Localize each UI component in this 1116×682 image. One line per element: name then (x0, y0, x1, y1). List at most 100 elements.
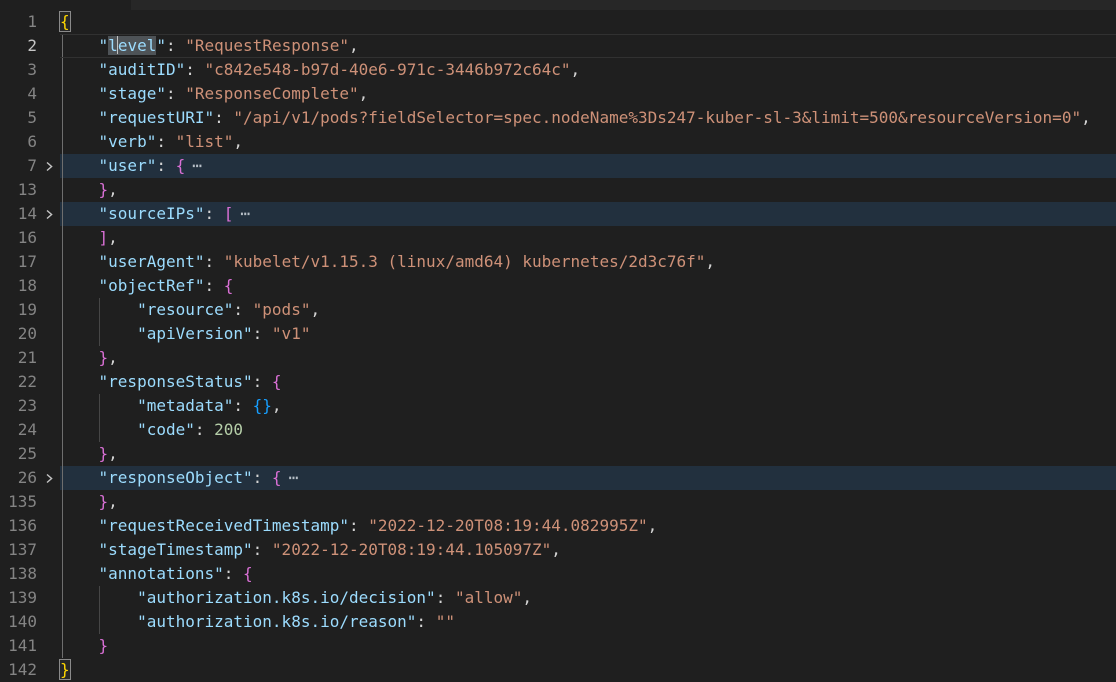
code-line-7[interactable]: 7 "user": {⋯ (0, 154, 1116, 178)
code-content[interactable]: }, (60, 490, 1116, 514)
code-content[interactable]: "metadata": {}, (60, 394, 1116, 418)
line-number: 26 (0, 466, 37, 490)
editor-content[interactable]: 1{2 "level": "RequestResponse",3 "auditI… (0, 10, 1116, 682)
code-line-135[interactable]: 135 }, (0, 490, 1116, 514)
code-content[interactable]: } (60, 634, 1116, 658)
fold-chevron-slot (37, 130, 60, 154)
gutter: 2 (0, 34, 60, 58)
code-content[interactable]: }, (60, 442, 1116, 466)
fold-chevron-slot (37, 514, 60, 538)
code-line-19[interactable]: 19 "resource": "pods", (0, 298, 1116, 322)
indent-guide-active (62, 202, 63, 226)
gutter: 4 (0, 82, 60, 106)
folded-region-ellipsis[interactable]: ⋯ (240, 204, 250, 223)
code-line-142[interactable]: 142} (0, 658, 1116, 682)
fold-chevron-icon[interactable] (37, 466, 60, 490)
code-content[interactable]: "stageTimestamp": "2022-12-20T08:19:44.1… (60, 538, 1116, 562)
chevron-right-icon (44, 209, 54, 220)
code-content[interactable]: "verb": "list", (60, 130, 1116, 154)
line-number: 22 (0, 370, 37, 394)
fold-chevron-icon[interactable] (37, 202, 60, 226)
folded-region-ellipsis[interactable]: ⋯ (289, 468, 299, 487)
code-content[interactable]: }, (60, 178, 1116, 202)
line-number: 23 (0, 394, 37, 418)
gutter: 1 (0, 10, 60, 34)
code-line-138[interactable]: 138 "annotations": { (0, 562, 1116, 586)
code-line-25[interactable]: 25 }, (0, 442, 1116, 466)
gutter: 13 (0, 178, 60, 202)
gutter: 141 (0, 634, 60, 658)
code-content[interactable]: "requestURI": "/api/v1/pods?fieldSelecto… (60, 106, 1116, 130)
code-content[interactable]: }, (60, 346, 1116, 370)
code-content[interactable]: "annotations": { (60, 562, 1116, 586)
line-number: 18 (0, 274, 37, 298)
code-content[interactable]: "code": 200 (60, 418, 1116, 442)
fold-chevron-slot (37, 346, 60, 370)
line-number: 2 (0, 34, 37, 58)
folded-region-ellipsis[interactable]: ⋯ (192, 156, 202, 175)
gutter: 17 (0, 250, 60, 274)
code-content[interactable]: "apiVersion": "v1" (60, 322, 1116, 346)
code-content[interactable]: "responseStatus": { (60, 370, 1116, 394)
indent-guide-active (62, 58, 63, 82)
indent-guide-active (62, 298, 63, 322)
code-content[interactable]: "objectRef": { (60, 274, 1116, 298)
code-content[interactable]: "authorization.k8s.io/reason": "" (60, 610, 1116, 634)
code-content[interactable]: "level": "RequestResponse", (60, 34, 1116, 58)
indent-guide (99, 418, 100, 442)
code-line-5[interactable]: 5 "requestURI": "/api/v1/pods?fieldSelec… (0, 106, 1116, 130)
code-line-14[interactable]: 14 "sourceIPs": [⋯ (0, 202, 1116, 226)
code-content[interactable]: "user": {⋯ (60, 154, 1116, 178)
code-line-26[interactable]: 26 "responseObject": {⋯ (0, 466, 1116, 490)
indent-guide-active (62, 274, 63, 298)
line-number: 6 (0, 130, 37, 154)
gutter: 19 (0, 298, 60, 322)
fold-chevron-slot (37, 34, 60, 58)
code-content[interactable]: "authorization.k8s.io/decision": "allow"… (60, 586, 1116, 610)
line-number: 25 (0, 442, 37, 466)
code-line-22[interactable]: 22 "responseStatus": { (0, 370, 1116, 394)
code-line-13[interactable]: 13 }, (0, 178, 1116, 202)
code-line-23[interactable]: 23 "metadata": {}, (0, 394, 1116, 418)
fold-chevron-icon[interactable] (37, 154, 60, 178)
code-line-20[interactable]: 20 "apiVersion": "v1" (0, 322, 1116, 346)
indent-guide-active (62, 154, 63, 178)
code-line-139[interactable]: 139 "authorization.k8s.io/decision": "al… (0, 586, 1116, 610)
code-content[interactable]: "sourceIPs": [⋯ (60, 202, 1116, 226)
fold-chevron-slot (37, 610, 60, 634)
gutter: 26 (0, 466, 60, 490)
code-line-1[interactable]: 1{ (0, 10, 1116, 34)
code-content[interactable]: } (60, 658, 1116, 682)
code-content[interactable]: "auditID": "c842e548-b97d-40e6-971c-3446… (60, 58, 1116, 82)
code-line-141[interactable]: 141 } (0, 634, 1116, 658)
code-content[interactable]: { (60, 10, 1116, 34)
code-line-140[interactable]: 140 "authorization.k8s.io/reason": "" (0, 610, 1116, 634)
code-line-21[interactable]: 21 }, (0, 346, 1116, 370)
gutter: 137 (0, 538, 60, 562)
code-line-6[interactable]: 6 "verb": "list", (0, 130, 1116, 154)
code-line-136[interactable]: 136 "requestReceivedTimestamp": "2022-12… (0, 514, 1116, 538)
fold-chevron-slot (37, 490, 60, 514)
code-line-24[interactable]: 24 "code": 200 (0, 418, 1116, 442)
code-content[interactable]: "resource": "pods", (60, 298, 1116, 322)
code-content[interactable]: ], (60, 226, 1116, 250)
code-line-3[interactable]: 3 "auditID": "c842e548-b97d-40e6-971c-34… (0, 58, 1116, 82)
code-line-2[interactable]: 2 "level": "RequestResponse", (0, 34, 1116, 58)
code-line-18[interactable]: 18 "objectRef": { (0, 274, 1116, 298)
indent-guide-active (62, 370, 63, 394)
fold-chevron-slot (37, 226, 60, 250)
code-line-137[interactable]: 137 "stageTimestamp": "2022-12-20T08:19:… (0, 538, 1116, 562)
indent-guide (99, 322, 100, 346)
code-content[interactable]: "responseObject": {⋯ (60, 466, 1116, 490)
indent-guide-active (62, 106, 63, 130)
indent-guide-active (62, 394, 63, 418)
code-content[interactable]: "userAgent": "kubelet/v1.15.3 (linux/amd… (60, 250, 1116, 274)
gutter: 22 (0, 370, 60, 394)
code-content[interactable]: "requestReceivedTimestamp": "2022-12-20T… (60, 514, 1116, 538)
code-line-16[interactable]: 16 ], (0, 226, 1116, 250)
fold-chevron-slot (37, 394, 60, 418)
code-line-17[interactable]: 17 "userAgent": "kubelet/v1.15.3 (linux/… (0, 250, 1116, 274)
indent-guide (99, 586, 100, 610)
code-content[interactable]: "stage": "ResponseComplete", (60, 82, 1116, 106)
code-line-4[interactable]: 4 "stage": "ResponseComplete", (0, 82, 1116, 106)
